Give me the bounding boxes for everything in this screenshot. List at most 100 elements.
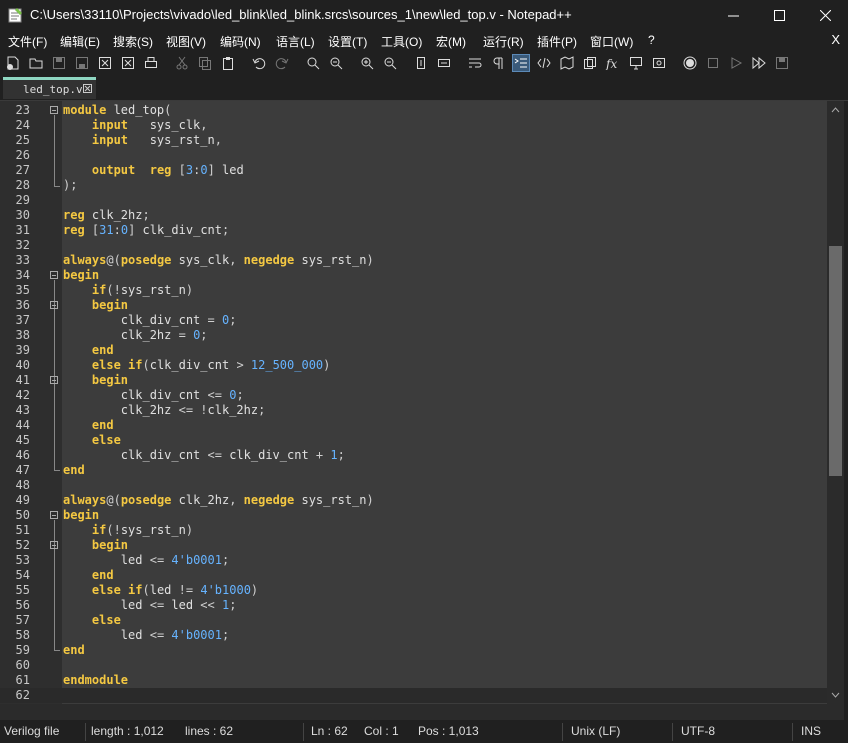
- open-file-button[interactable]: [27, 54, 45, 72]
- code-line[interactable]: 34 begin: [0, 268, 827, 283]
- code-line[interactable]: 28);: [0, 178, 827, 193]
- run-macro-multiple-button[interactable]: [750, 54, 768, 72]
- code-line[interactable]: 52 begin: [0, 538, 827, 553]
- code-line[interactable]: 45 else: [0, 433, 827, 448]
- vertical-scrollbar[interactable]: [827, 101, 844, 704]
- horizontal-scrollbar[interactable]: [0, 704, 844, 720]
- menu-run[interactable]: 运行(R): [483, 33, 524, 50]
- code-line[interactable]: 42 clk_div_cnt <= 0;: [0, 388, 827, 403]
- close-file-button[interactable]: [96, 54, 114, 72]
- code-line[interactable]: 58 led <= 4'b0001;: [0, 628, 827, 643]
- user-language-button[interactable]: [535, 54, 553, 72]
- copy-button[interactable]: [196, 54, 214, 72]
- menu-tools[interactable]: 工具(O): [381, 33, 422, 50]
- code-line[interactable]: 39 end: [0, 343, 827, 358]
- code-line[interactable]: 43 clk_2hz <= !clk_2hz;: [0, 403, 827, 418]
- zoom-in-button[interactable]: [358, 54, 376, 72]
- save-macro-button[interactable]: [773, 54, 791, 72]
- code-line[interactable]: 55 else if(led != 4'b1000): [0, 583, 827, 598]
- zoom-out-button[interactable]: [381, 54, 399, 72]
- close-document-button[interactable]: X: [831, 32, 840, 47]
- new-file-button[interactable]: [4, 54, 22, 72]
- code-line[interactable]: 38 clk_2hz = 0;: [0, 328, 827, 343]
- replace-button[interactable]: [327, 54, 345, 72]
- document-map-button[interactable]: [558, 54, 576, 72]
- fold-toggle-begin-4[interactable]: [50, 511, 58, 519]
- menu-help[interactable]: ?: [648, 33, 655, 47]
- fold-toggle-module[interactable]: [50, 106, 58, 114]
- code-line[interactable]: 36 begin: [0, 298, 827, 313]
- code-line[interactable]: 40 else if(clk_div_cnt > 12_500_000): [0, 358, 827, 373]
- menu-language[interactable]: 语言(L): [276, 33, 315, 50]
- menu-edit[interactable]: 编辑(E): [60, 33, 100, 50]
- close-all-button[interactable]: [119, 54, 137, 72]
- tab-close-icon[interactable]: [83, 84, 92, 93]
- code-line[interactable]: 32: [0, 238, 827, 253]
- code-line[interactable]: 62: [0, 688, 827, 703]
- code-line[interactable]: 26: [0, 148, 827, 163]
- record-macro-button[interactable]: [681, 54, 699, 72]
- code-line[interactable]: 44 end: [0, 418, 827, 433]
- code-line[interactable]: 50 begin: [0, 508, 827, 523]
- fold-toggle-begin-1[interactable]: [50, 271, 58, 279]
- code-line[interactable]: 59 end: [0, 643, 827, 658]
- code-line[interactable]: 33 always@(posedge sys_clk, negedge sys_r…: [0, 253, 827, 268]
- code-line[interactable]: 35 if(!sys_rst_n): [0, 283, 827, 298]
- code-line[interactable]: 27 output reg [3:0] led: [0, 163, 827, 178]
- print-button[interactable]: [142, 54, 160, 72]
- code-line[interactable]: 61 endmodule: [0, 673, 827, 688]
- menu-view[interactable]: 视图(V): [166, 33, 206, 50]
- code-editor[interactable]: 23 module led_top(24 input sys_clk, 25 inp…: [0, 101, 827, 704]
- code-line[interactable]: 60: [0, 658, 827, 673]
- fold-toggle-begin-5[interactable]: [50, 541, 58, 549]
- code-line[interactable]: 23 module led_top(: [0, 103, 827, 118]
- word-wrap-button[interactable]: [466, 54, 484, 72]
- minimize-button[interactable]: [710, 0, 756, 31]
- show-all-chars-button[interactable]: [489, 54, 507, 72]
- menu-settings[interactable]: 设置(T): [328, 33, 367, 50]
- save-button[interactable]: [50, 54, 68, 72]
- scroll-down-icon[interactable]: [827, 688, 844, 702]
- sync-vertical-button[interactable]: [412, 54, 430, 72]
- paste-button[interactable]: [219, 54, 237, 72]
- maximize-button[interactable]: [756, 0, 802, 31]
- stop-macro-button[interactable]: [704, 54, 722, 72]
- play-macro-button[interactable]: [727, 54, 745, 72]
- find-button[interactable]: [304, 54, 322, 72]
- code-line[interactable]: 48: [0, 478, 827, 493]
- menu-search[interactable]: 搜索(S): [113, 33, 153, 50]
- undo-button[interactable]: [250, 54, 268, 72]
- code-line[interactable]: 49 always@(posedge clk_2hz, negedge sys_r…: [0, 493, 827, 508]
- code-line[interactable]: 57 else: [0, 613, 827, 628]
- fold-toggle-begin-2[interactable]: [50, 301, 58, 309]
- function-list-button[interactable]: fx: [604, 54, 622, 72]
- code-line[interactable]: 25 input sys_rst_n,: [0, 133, 827, 148]
- redo-button[interactable]: [273, 54, 291, 72]
- menu-file[interactable]: 文件(F): [8, 33, 47, 50]
- fold-toggle-begin-3[interactable]: [50, 376, 58, 384]
- code-line[interactable]: 54 end: [0, 568, 827, 583]
- code-line[interactable]: 41 begin: [0, 373, 827, 388]
- indent-guide-button[interactable]: [512, 54, 530, 72]
- code-line[interactable]: 31 reg [31:0] clk_div_cnt;: [0, 223, 827, 238]
- code-line[interactable]: 30 reg clk_2hz;: [0, 208, 827, 223]
- close-button[interactable]: [802, 0, 848, 31]
- code-line[interactable]: 47 end: [0, 463, 827, 478]
- monitoring-button[interactable]: [650, 54, 668, 72]
- sync-horizontal-button[interactable]: [435, 54, 453, 72]
- code-line[interactable]: 51 if(!sys_rst_n): [0, 523, 827, 538]
- status-encoding[interactable]: UTF-8: [681, 724, 715, 738]
- vertical-scroll-thumb[interactable]: [829, 246, 842, 476]
- status-eol[interactable]: Unix (LF): [571, 724, 620, 738]
- tab-led-top[interactable]: led_top.v: [3, 77, 96, 99]
- menu-macro[interactable]: 宏(M): [436, 33, 466, 50]
- save-all-button[interactable]: [73, 54, 91, 72]
- menu-plugins[interactable]: 插件(P): [537, 33, 577, 50]
- menu-window[interactable]: 窗口(W): [590, 33, 633, 50]
- code-line[interactable]: 56 led <= led << 1;: [0, 598, 827, 613]
- code-line[interactable]: 24 input sys_clk,: [0, 118, 827, 133]
- scroll-up-icon[interactable]: [827, 103, 844, 117]
- code-line[interactable]: 46 clk_div_cnt <= clk_div_cnt + 1;: [0, 448, 827, 463]
- code-line[interactable]: 29: [0, 193, 827, 208]
- cut-button[interactable]: [173, 54, 191, 72]
